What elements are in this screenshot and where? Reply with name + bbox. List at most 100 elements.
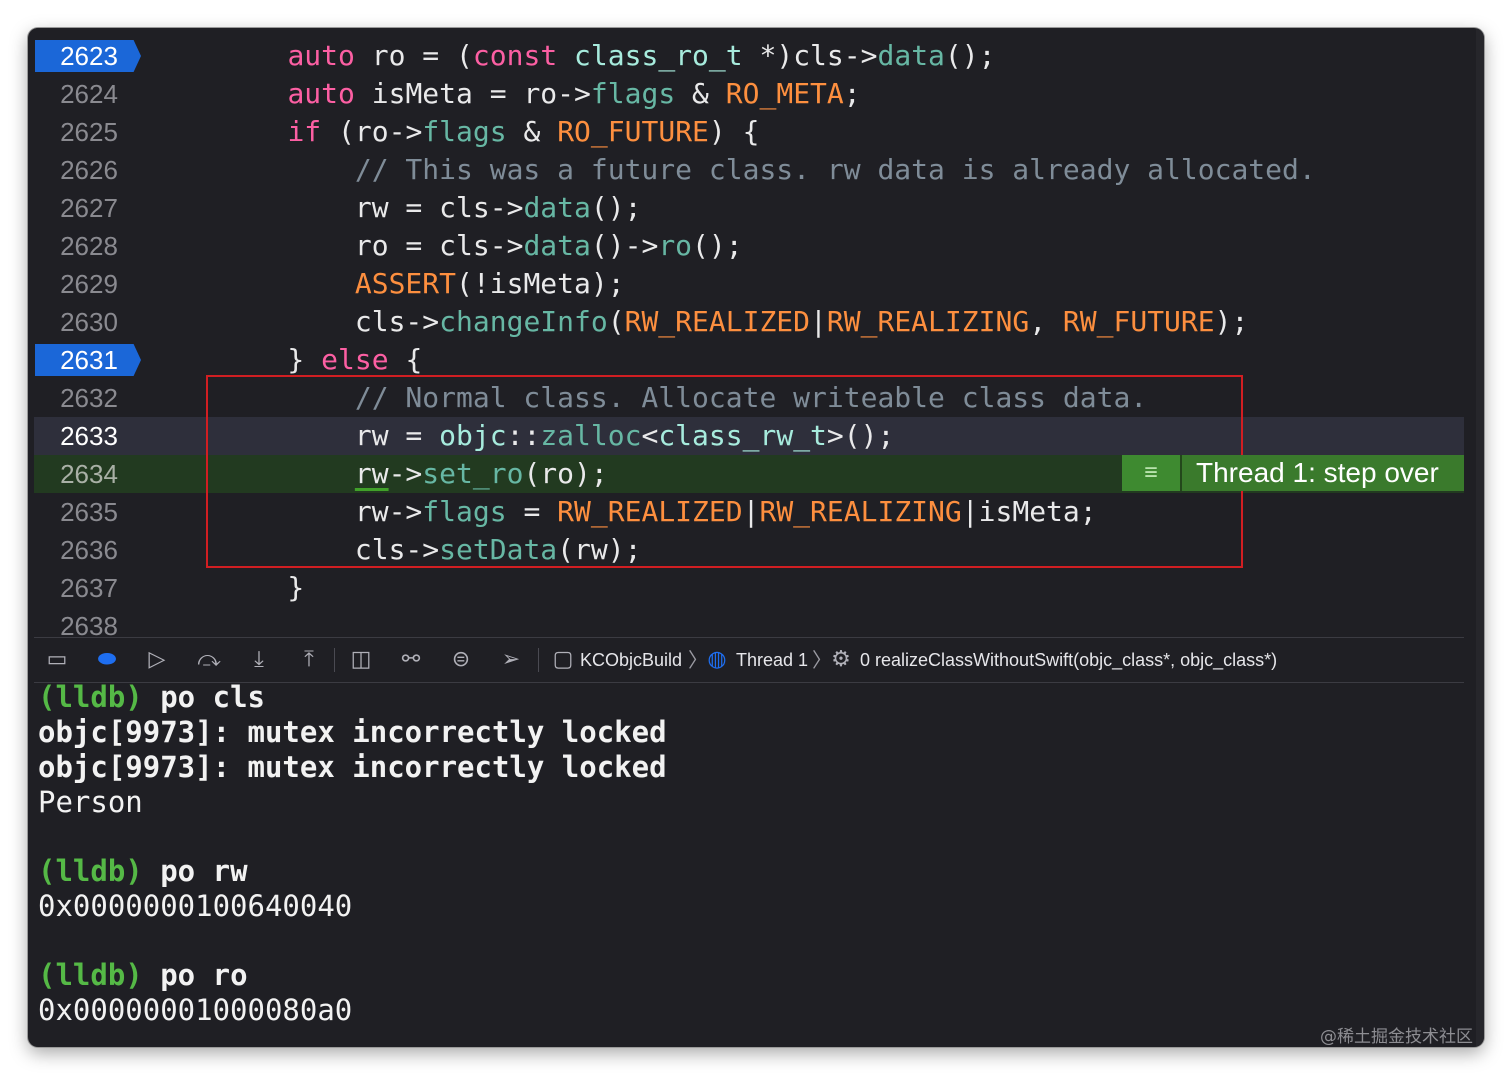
code-line[interactable]: 2625 if (ro->flags & RO_FUTURE) {	[34, 113, 1464, 151]
code-token: ();	[692, 229, 743, 262]
code-token: }	[220, 343, 322, 376]
view-hierarchy-icon[interactable]: ◫	[346, 638, 376, 682]
code-editor[interactable]: 2623 auto ro = (const class_ro_t *)cls->…	[34, 28, 1464, 637]
breakpoints-toggle-icon[interactable]: ⬬	[92, 638, 122, 682]
line-number[interactable]: 2626	[34, 151, 144, 189]
code-token: ro	[658, 229, 693, 262]
line-number-text: 2628	[60, 231, 118, 261]
step-out-icon[interactable]: ⤒	[294, 638, 324, 682]
line-number-text: 2627	[60, 193, 118, 223]
line-number-text: 2626	[60, 155, 118, 185]
code-token: ro = cls->	[220, 229, 524, 262]
code-line[interactable]: 2627 rw = cls->data();	[34, 189, 1464, 227]
line-number[interactable]: 2625	[34, 113, 144, 151]
code-token: flags	[590, 77, 676, 110]
code-token: RW_REALIZED	[624, 305, 811, 338]
code-token: else	[321, 343, 389, 376]
code-token: (ro->	[321, 115, 423, 148]
line-number[interactable]: 2634	[34, 455, 144, 493]
code-token: rw = cls->	[220, 191, 524, 224]
code-token: const	[472, 39, 558, 72]
lldb-console[interactable]: (lldb) po cls objc[9973]: mutex incorrec…	[38, 680, 1458, 1047]
code-token: ro = (	[354, 39, 473, 72]
code-line[interactable]: 2637 }	[34, 569, 1464, 607]
code-token: if	[287, 115, 322, 148]
thread-icon: ◍	[707, 647, 727, 672]
code-line[interactable]: 2626 // This was a future class. rw data…	[34, 151, 1464, 189]
code-text: auto isMeta = ro->flags & RO_META;	[220, 75, 860, 113]
line-number[interactable]: 2633	[34, 417, 144, 455]
code-token: {	[388, 343, 423, 376]
thread-annotation[interactable]: ≡ Thread 1: step over	[1122, 455, 1464, 491]
code-text: // This was a future class. rw data is a…	[220, 151, 1316, 189]
code-token: cls->	[220, 305, 440, 338]
hide-debug-area-icon[interactable]: ▭	[42, 638, 72, 682]
annotation-divider	[1180, 455, 1182, 491]
line-number-text: 2636	[60, 535, 118, 565]
code-line[interactable]: 2638	[34, 607, 1464, 637]
line-number[interactable]: 2636	[34, 531, 144, 569]
simulate-location-icon[interactable]: ➢	[496, 638, 526, 682]
scrollbar[interactable]	[1476, 28, 1484, 1047]
code-text: ASSERT(!isMeta);	[220, 265, 625, 303]
line-number-text: 2624	[60, 79, 118, 109]
code-line[interactable]: 2631 } else {	[34, 341, 1464, 379]
line-number-text: 2630	[60, 307, 118, 337]
breadcrumb-frame[interactable]: 0 realizeClassWithoutSwift(objc_class*, …	[860, 638, 1277, 682]
line-number[interactable]: 2629	[34, 265, 144, 303]
line-number[interactable]: 2638	[34, 607, 144, 637]
app-icon: ▢	[552, 647, 574, 672]
code-token: // This was a future class. rw data is a…	[354, 153, 1316, 186]
line-number[interactable]: 2628	[34, 227, 144, 265]
console-line: (lldb) po cls	[38, 680, 265, 715]
step-into-icon[interactable]: ⤓	[244, 638, 274, 682]
code-token: auto	[287, 39, 355, 72]
line-number[interactable]: 2630	[34, 303, 144, 341]
code-line[interactable]: 2628 ro = cls->data()->ro();	[34, 227, 1464, 265]
continue-icon[interactable]: ▷	[142, 638, 172, 682]
step-over-icon[interactable]: ⤼	[194, 638, 224, 682]
line-number-text: 2633	[60, 421, 118, 451]
code-text: if (ro->flags & RO_FUTURE) {	[220, 113, 759, 151]
lines-icon[interactable]: ≡	[1122, 455, 1180, 491]
line-number[interactable]: 2631	[34, 341, 144, 379]
console-output: Person	[38, 785, 143, 819]
line-number[interactable]: 2623	[34, 37, 144, 75]
code-token: |	[810, 305, 827, 338]
code-line[interactable]: 2624 auto isMeta = ro->flags & RO_META;	[34, 75, 1464, 113]
line-number[interactable]: 2635	[34, 493, 144, 531]
console-output: objc[9973]: mutex incorrectly locked	[38, 715, 667, 749]
code-token: (!isMeta);	[456, 267, 625, 300]
line-number[interactable]: 2632	[34, 379, 144, 417]
code-line[interactable]: 2623 auto ro = (const class_ro_t *)cls->…	[34, 37, 1464, 75]
code-text: cls->changeInfo(RW_REALIZED|RW_REALIZING…	[220, 303, 1248, 341]
line-number-text: 2631	[60, 345, 118, 375]
breadcrumb-thread[interactable]: Thread 1	[736, 638, 808, 682]
line-number[interactable]: 2627	[34, 189, 144, 227]
code-token: }	[220, 571, 305, 604]
console-line: (lldb) po ro	[38, 958, 248, 993]
code-token: ) {	[708, 115, 760, 148]
line-number-text: 2625	[60, 117, 118, 147]
console-line: (lldb) po rw	[38, 854, 248, 889]
code-token: );	[1214, 305, 1249, 338]
line-number[interactable]: 2624	[34, 75, 144, 113]
environment-overrides-icon[interactable]: ⊜	[446, 638, 476, 682]
line-number-text: 2632	[60, 383, 118, 413]
code-line[interactable]: 2629 ASSERT(!isMeta);	[34, 265, 1464, 303]
lldb-prompt: (lldb)	[38, 854, 143, 888]
line-number-text: 2635	[60, 497, 118, 527]
breadcrumb-project[interactable]: KCObjcBuild	[580, 638, 682, 682]
code-line[interactable]: 2630 cls->changeInfo(RW_REALIZED|RW_REAL…	[34, 303, 1464, 341]
line-number[interactable]: 2637	[34, 569, 144, 607]
highlight-box	[206, 375, 1243, 568]
code-token: ()->	[590, 229, 659, 262]
annotation-text: Thread 1: step over	[1196, 457, 1439, 488]
console-command: po cls	[142, 680, 265, 714]
memory-graph-icon[interactable]: ⚯	[396, 638, 426, 682]
line-number-text: 2638	[60, 611, 118, 637]
